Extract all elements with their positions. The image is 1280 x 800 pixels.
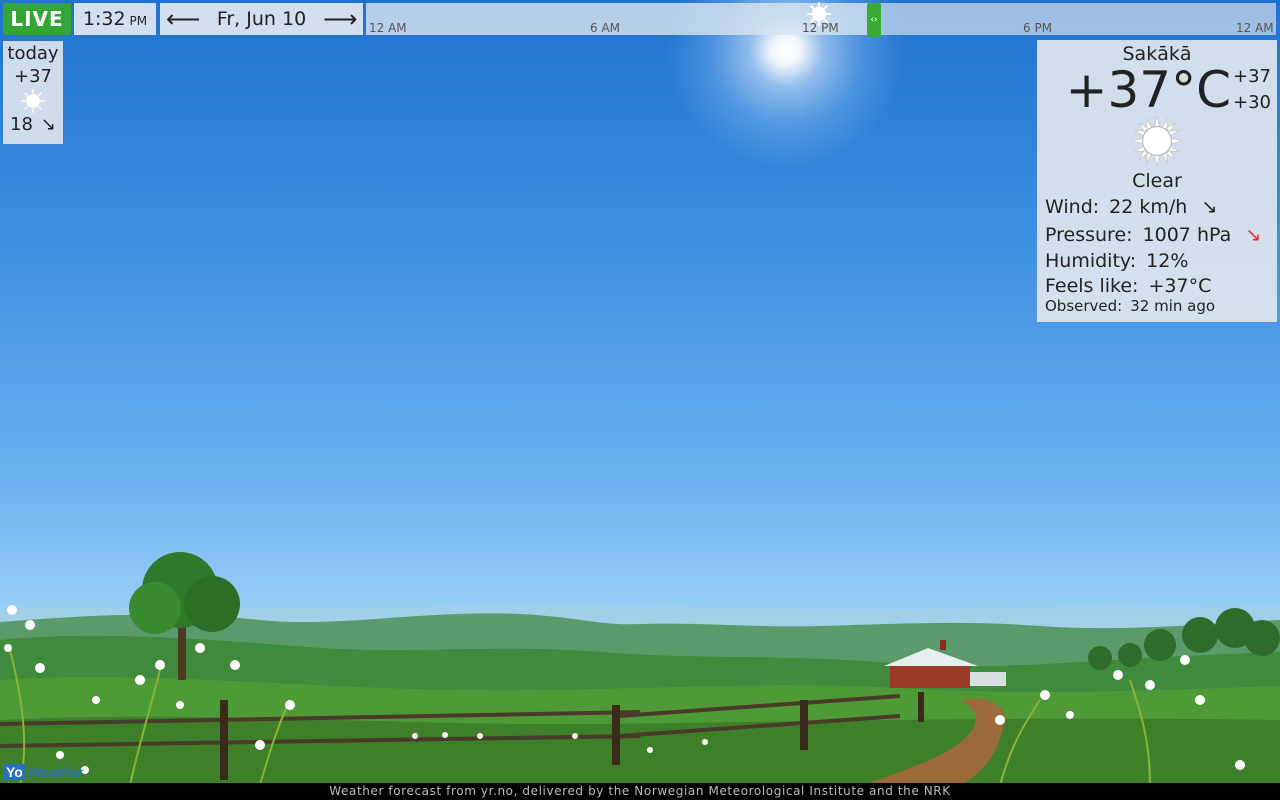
top-bar: LIVE 1:32 PM ⟵ Fr, Jun 10 ⟶ 12 AM 6 AM 1… [0,0,1280,38]
pressure-row: Pressure: 1007 hPa ↘ [1045,224,1261,246]
timeline-tick: 6 PM [1023,21,1053,35]
current-temperature: +37°C [1065,61,1231,119]
current-time: 1:32 PM [74,3,156,35]
pressure-trend-icon: ↘ [1245,224,1262,246]
date-navigator: ⟵ Fr, Jun 10 ⟶ [160,3,363,35]
sun-icon [807,2,831,26]
date-label: Fr, Jun 10 [216,8,307,30]
wind-row: Wind: 22 km/h ↘ [1045,196,1217,218]
timeline-tick: 6 AM [590,21,621,35]
credit-footer: Weather forecast from yr.no, delivered b… [0,783,1280,800]
observed-value: 32 min ago [1130,297,1216,315]
logo-yo: Yo [3,764,26,780]
observed-row: Observed: 32 min ago [1045,297,1215,315]
wind-value: 22 km/h [1109,196,1188,218]
humidity-row: Humidity: 12% [1045,250,1188,272]
feels-like-label: Feels like: [1045,275,1139,297]
timeline-slider[interactable]: 12 AM 6 AM 12 PM 6 PM 12 AM ‹› [366,2,1276,37]
arrow-right-icon[interactable]: ⟶ [323,7,357,31]
low-temp: +30 [1233,92,1271,113]
timeline-tick: 12 AM [369,21,407,35]
feels-like-row: Feels like: +37°C [1045,275,1211,297]
today-label: today [7,43,59,64]
timeline-handle[interactable]: ‹› [867,3,881,37]
wind-label: Wind: [1045,196,1100,218]
wind-direction-icon: ↘ [40,114,56,135]
live-button[interactable]: LIVE [3,3,71,35]
landscape-illustration [0,552,1280,785]
sun-icon [21,89,45,113]
humidity-value: 12% [1146,250,1189,272]
credit-text: Weather forecast from yr.no, delivered b… [329,784,951,798]
current-weather-panel: Sakākā +37°C +37 +30 Clear Wind: 22 km/h … [1037,40,1277,322]
condition-text: Clear [1132,170,1182,192]
high-temp: +37 [1233,66,1271,87]
logo-weather: Weather [27,764,83,780]
pressure-value: 1007 hPa [1142,224,1232,246]
time-ampm: PM [129,14,148,28]
yoweather-logo[interactable]: Yo Weather [3,763,83,781]
time-value: 1:32 [82,8,126,30]
today-wind-value: 18 [10,114,33,135]
sun-icon [1131,115,1183,167]
wind-direction-icon: ↘ [1201,196,1218,218]
arrow-left-icon[interactable]: ⟵ [166,7,200,31]
timeline-tick: 12 AM [1236,21,1274,35]
today-summary-card[interactable]: today +37 18 ↘ [3,41,63,144]
high-low-temps: +37 +30 [1233,64,1271,116]
today-wind: 18 ↘ [3,114,63,135]
today-high-temp: +37 [14,66,52,87]
humidity-label: Humidity: [1045,250,1137,272]
feels-like-value: +37°C [1148,275,1212,297]
observed-label: Observed: [1045,297,1123,315]
pressure-label: Pressure: [1045,224,1133,246]
